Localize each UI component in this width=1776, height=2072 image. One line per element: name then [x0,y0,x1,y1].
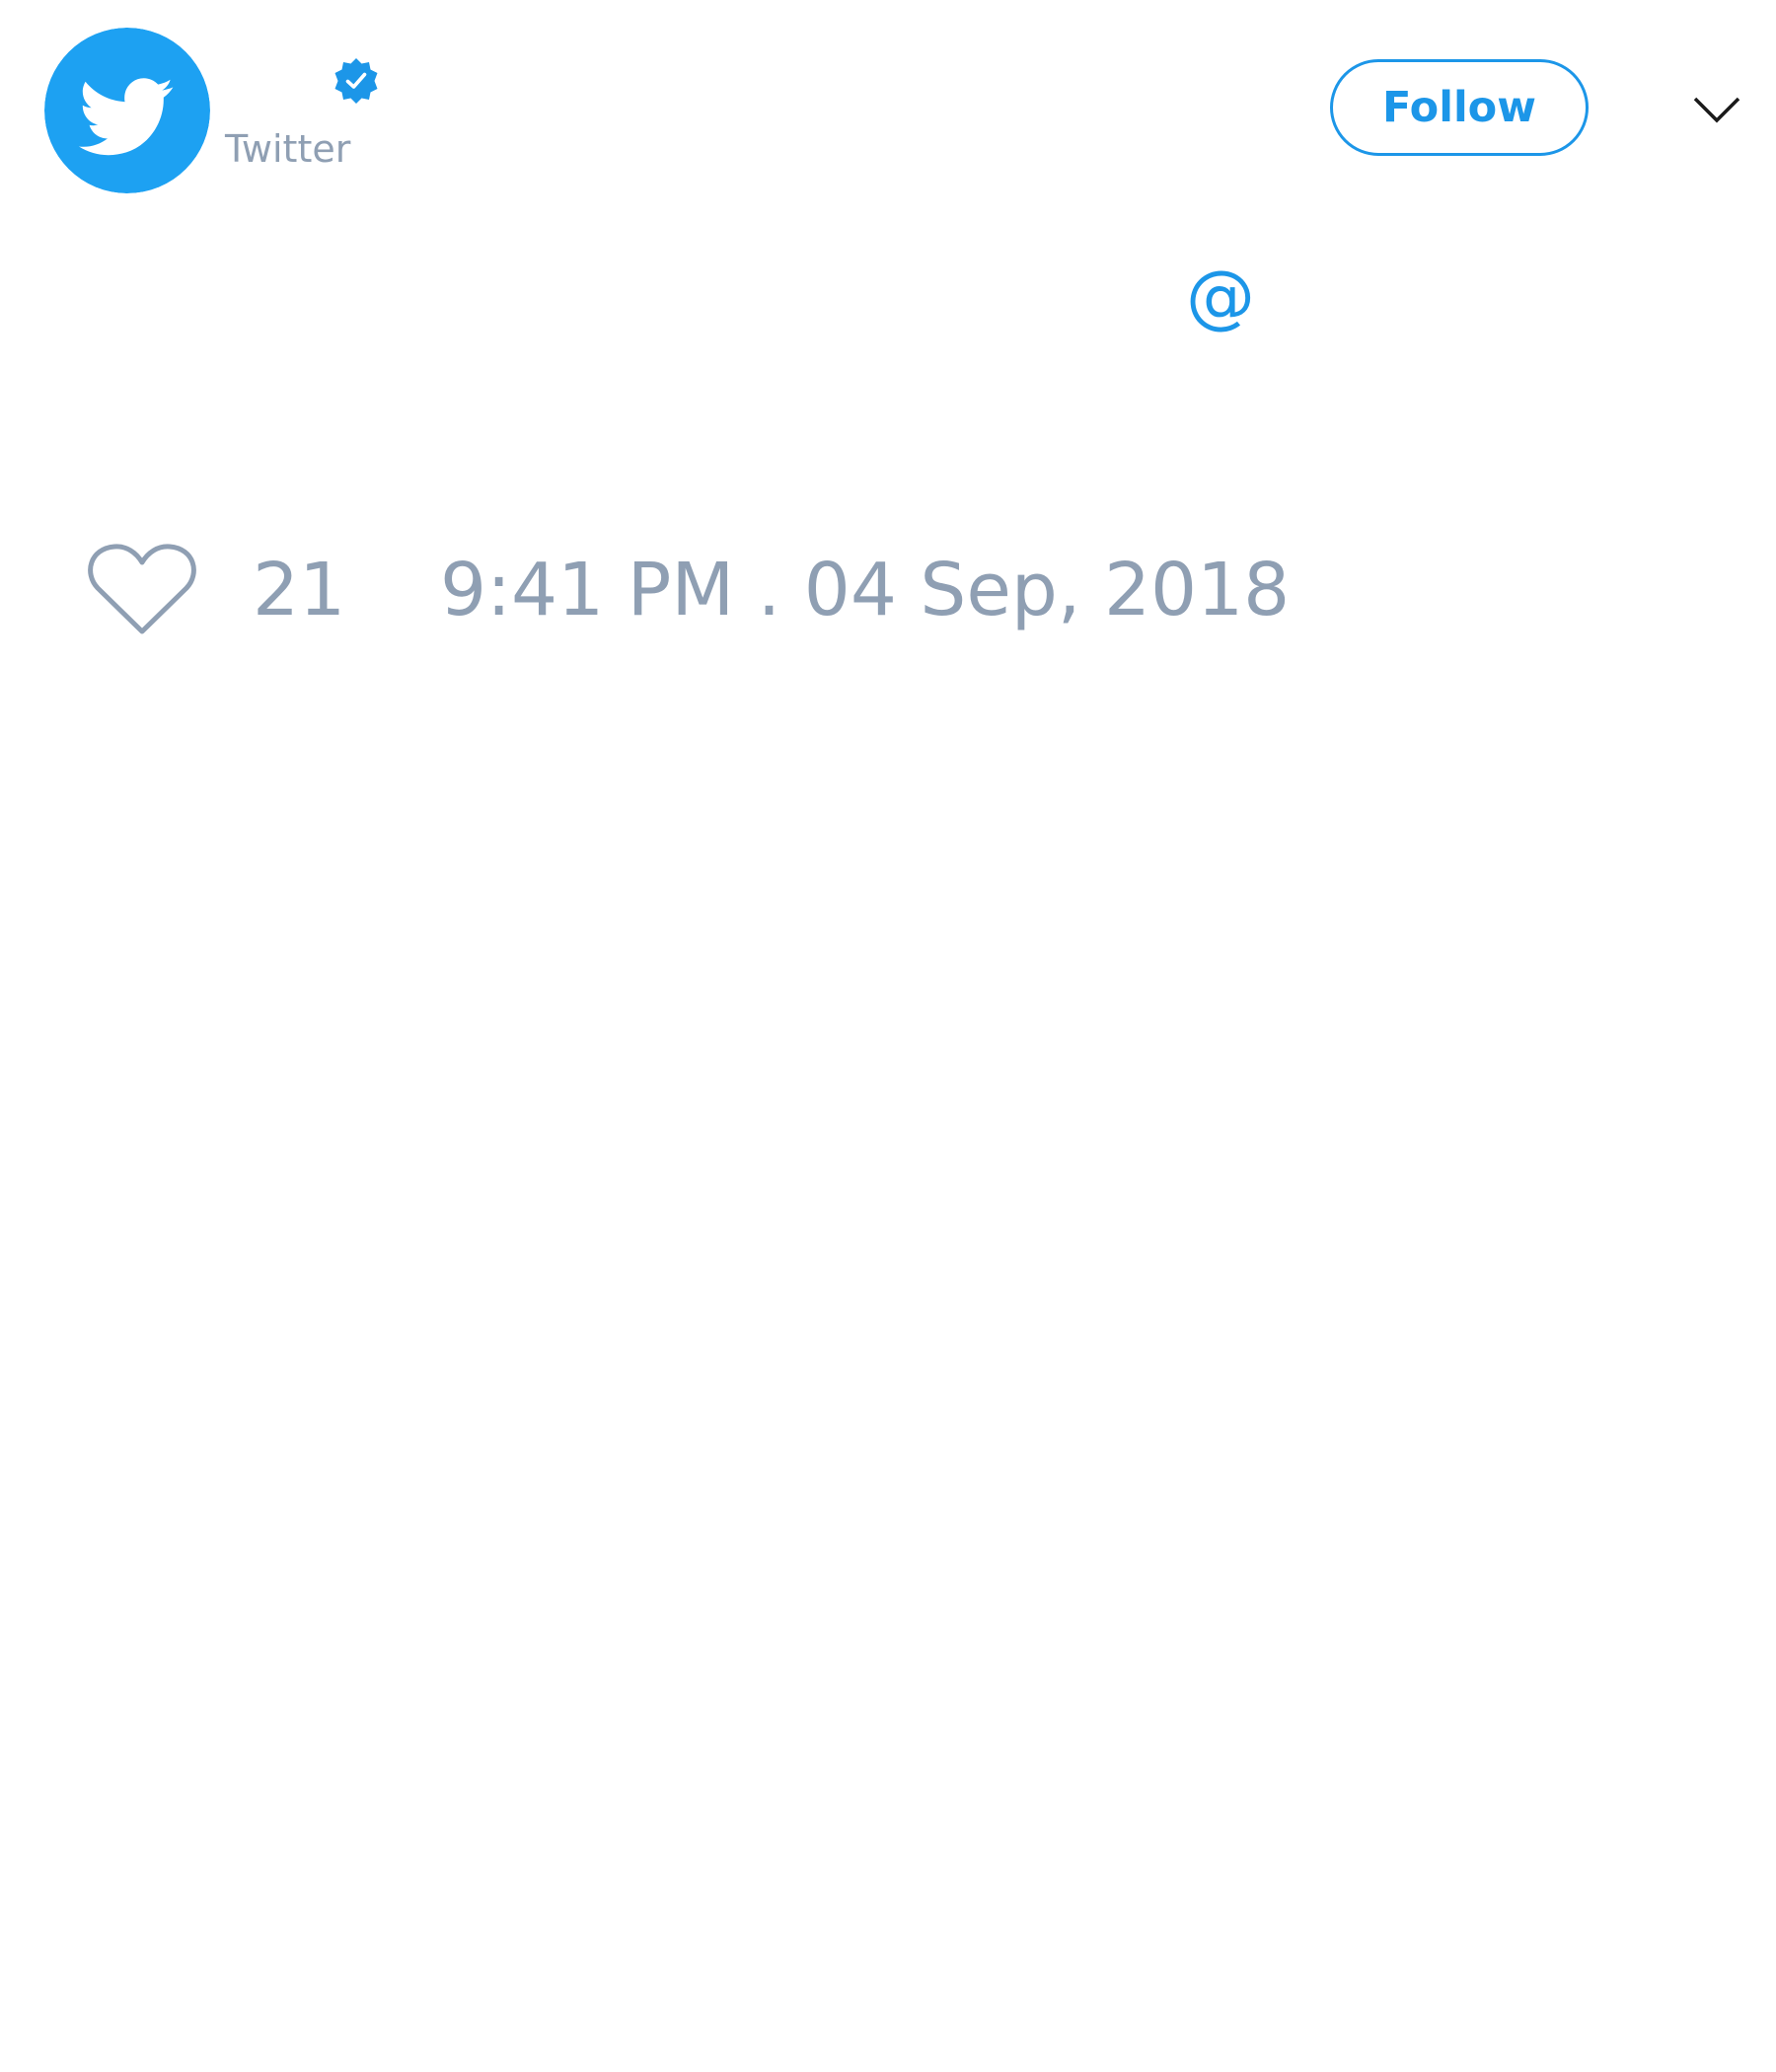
heart-icon [88,544,196,634]
twitter-bird-icon [44,28,210,193]
verified-badge [333,57,380,105]
like-button[interactable] [87,541,197,639]
chevron-down-icon [1693,97,1740,123]
mention-link[interactable]: @ [1186,255,1255,337]
like-count: 21 [253,548,346,632]
verified-badge-icon [334,58,378,104]
follow-button[interactable]: Follow [1330,59,1589,156]
tweet-timestamp[interactable]: 9:41 PM . 04 Sep, 2018 [440,547,1290,633]
author-handle[interactable]: Twitter [225,126,350,172]
tweet-menu-button[interactable] [1692,91,1741,130]
avatar[interactable] [44,28,210,193]
